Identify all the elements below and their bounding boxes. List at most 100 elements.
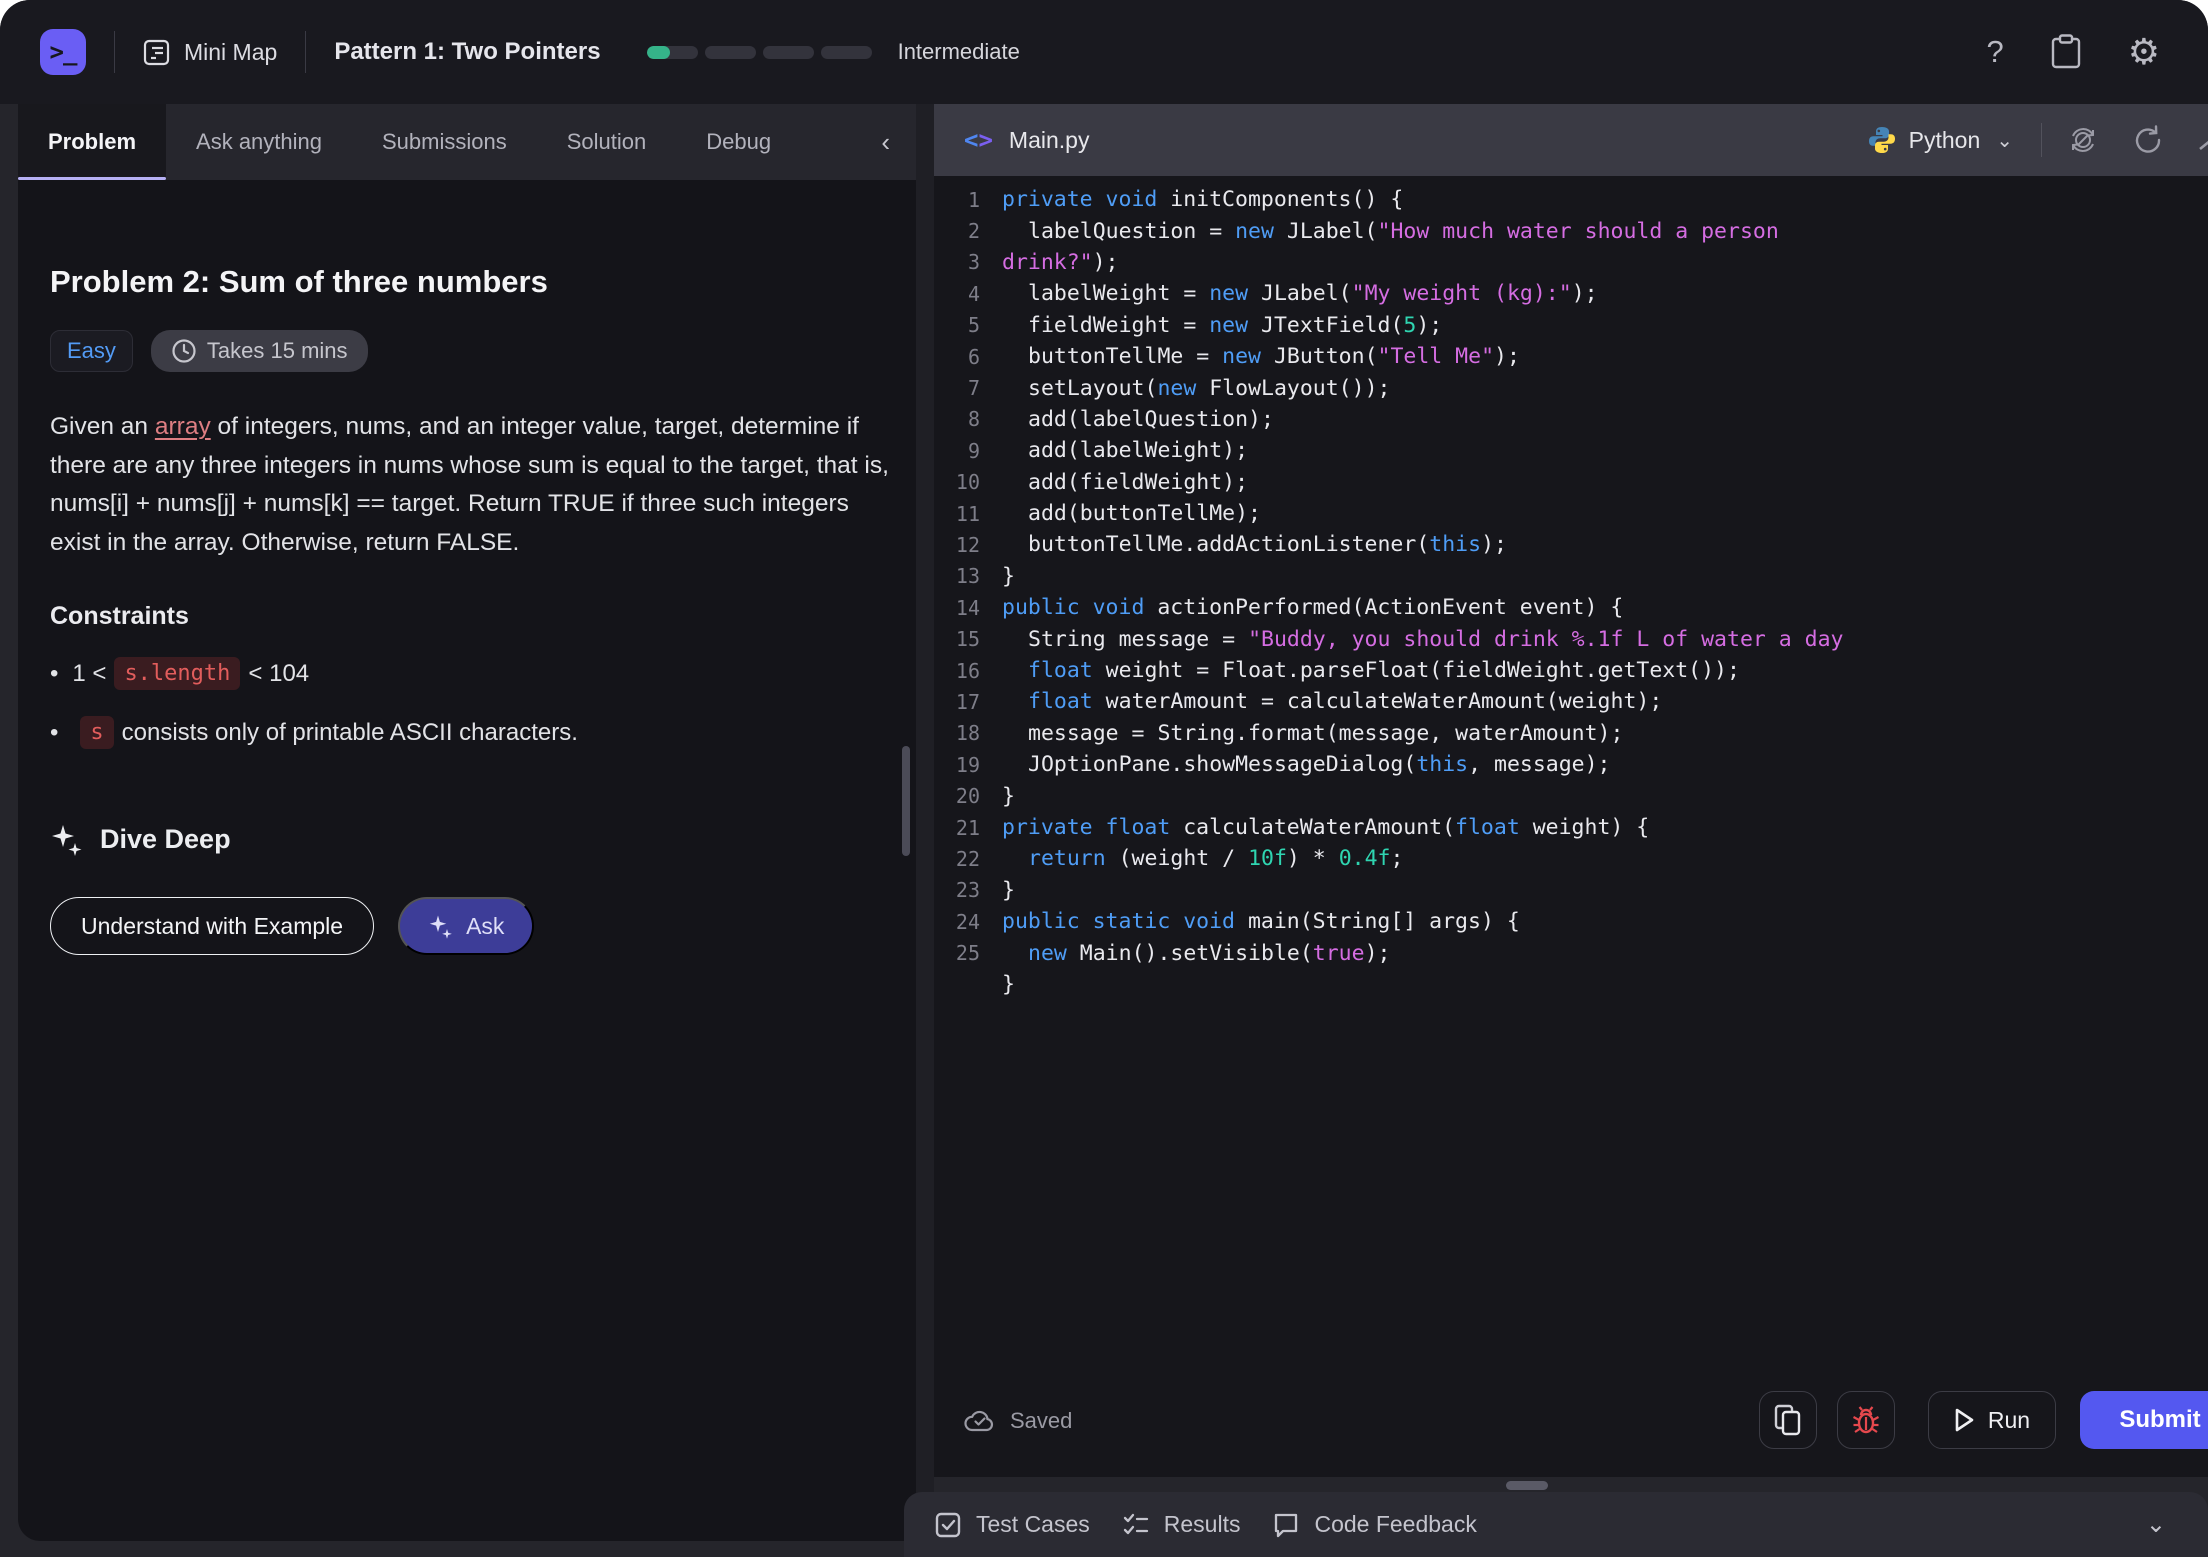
editor-footer: Saved bbox=[934, 1391, 2208, 1451]
array-link[interactable]: array bbox=[155, 413, 211, 440]
expand-dock-chevron-icon[interactable]: ⌄ bbox=[2146, 1510, 2166, 1539]
dive-deep-section: Dive Deep bbox=[50, 819, 876, 859]
line-number: 18 bbox=[934, 721, 980, 745]
problem-panel-tabs: Problem Ask anything Submissions Solutio… bbox=[18, 104, 916, 180]
tab-debug[interactable]: Debug bbox=[676, 104, 801, 180]
tab-submissions[interactable]: Submissions bbox=[352, 104, 537, 180]
code-editor-text-area[interactable]: 1private void initComponents() {2labelQu… bbox=[934, 176, 2208, 1477]
code-line: 13} bbox=[934, 561, 2208, 592]
filename-label: Main.py bbox=[1009, 127, 1090, 154]
editor-header-actions: Python ⌄ bbox=[1867, 104, 2208, 176]
code-line: 18message = String.format(message, water… bbox=[934, 718, 2208, 749]
code-line: 15String message = "Buddy, you should dr… bbox=[934, 623, 2208, 654]
sparkles-icon bbox=[428, 911, 454, 941]
python-logo-icon bbox=[1867, 125, 1897, 155]
code-line: } bbox=[934, 969, 2208, 1000]
problem-content: Problem 2: Sum of three numbers Easy Tak… bbox=[50, 180, 876, 1541]
clipboard-icon[interactable] bbox=[2050, 34, 2082, 70]
code-line: 2labelQuestion = new JLabel("How much wa… bbox=[934, 215, 2208, 246]
code-line: 17float waterAmount = calculateWaterAmou… bbox=[934, 686, 2208, 717]
tab-problem[interactable]: Problem bbox=[18, 104, 166, 180]
code-line: 12buttonTellMe.addActionListener(this); bbox=[934, 529, 2208, 560]
chevron-down-icon: ⌄ bbox=[1996, 128, 2013, 153]
chat-bubble-icon bbox=[1272, 1511, 1300, 1539]
code-line: 8add(labelQuestion); bbox=[934, 404, 2208, 435]
line-number: 23 bbox=[934, 878, 980, 902]
panel-scrollbar-thumb[interactable] bbox=[902, 746, 910, 856]
code-line: 11add(buttonTellMe); bbox=[934, 498, 2208, 529]
save-status: Saved bbox=[964, 1391, 1072, 1451]
collapse-panel-chevron-icon[interactable]: ‹ bbox=[881, 104, 890, 180]
code-line: 14public void actionPerformed(ActionEven… bbox=[934, 592, 2208, 623]
code-line: 4labelWeight = new JLabel("My weight (kg… bbox=[934, 278, 2208, 309]
inline-code: s.length bbox=[114, 657, 240, 690]
problem-panel: Problem Ask anything Submissions Solutio… bbox=[18, 104, 916, 1541]
test-cases-tab[interactable]: Test Cases bbox=[934, 1511, 1090, 1539]
editor-header: <> Main.py Python ⌄ bbox=[934, 104, 2208, 176]
checklist-icon bbox=[1122, 1511, 1150, 1539]
pattern-title: Pattern 1: Two Pointers bbox=[334, 38, 600, 66]
top-bar: >_ Mini Map Pattern 1: Two Pointers Inte… bbox=[0, 0, 2208, 104]
minimap-button[interactable]: Mini Map bbox=[143, 39, 277, 66]
problem-description: Given an array of integers, nums, and an… bbox=[50, 408, 890, 562]
bottom-dock-bar: Test Cases Results Code Feedback ⌄ bbox=[904, 1492, 2208, 1557]
code-line: 6buttonTellMe = new JButton("Tell Me"); bbox=[934, 341, 2208, 372]
settings-gear-icon[interactable]: ⚙ bbox=[2128, 34, 2160, 70]
progress-segment bbox=[705, 46, 756, 59]
time-estimate-label: Takes 15 mins bbox=[207, 338, 348, 364]
dive-deep-actions: Understand with Example Ask bbox=[50, 897, 876, 955]
code-line: 16float weight = Float.parseFloat(fieldW… bbox=[934, 655, 2208, 686]
line-number: 24 bbox=[934, 910, 980, 934]
problem-title: Problem 2: Sum of three numbers bbox=[50, 264, 876, 300]
divider bbox=[114, 31, 115, 73]
divider bbox=[305, 31, 306, 73]
debug-bug-button[interactable] bbox=[1837, 1391, 1895, 1449]
line-number: 25 bbox=[934, 941, 980, 965]
constraints-heading: Constraints bbox=[50, 602, 876, 631]
minimap-label: Mini Map bbox=[184, 39, 277, 66]
understand-with-example-button[interactable]: Understand with Example bbox=[50, 897, 374, 955]
ask-button[interactable]: Ask bbox=[398, 897, 534, 955]
line-number: 9 bbox=[934, 439, 980, 463]
language-selector[interactable]: Python ⌄ bbox=[1867, 125, 2013, 155]
run-button[interactable]: Run bbox=[1928, 1391, 2056, 1449]
code-line: 23} bbox=[934, 875, 2208, 906]
line-number: 14 bbox=[934, 596, 980, 620]
submit-button[interactable]: Submit bbox=[2080, 1391, 2208, 1449]
line-number: 19 bbox=[934, 753, 980, 777]
dive-deep-title: Dive Deep bbox=[100, 824, 231, 855]
panel-resize-handle[interactable] bbox=[1506, 1481, 1548, 1490]
code-feedback-tab[interactable]: Code Feedback bbox=[1272, 1511, 1476, 1539]
progress-segment bbox=[821, 46, 872, 59]
autosync-disabled-icon[interactable] bbox=[2066, 123, 2100, 157]
line-number: 1 bbox=[934, 188, 980, 212]
line-number: 13 bbox=[934, 564, 980, 588]
code-line: 24public static void main(String[] args)… bbox=[934, 906, 2208, 937]
line-number: 5 bbox=[934, 313, 980, 337]
app-logo-terminal-icon[interactable]: >_ bbox=[40, 29, 86, 75]
reset-code-icon[interactable] bbox=[2132, 124, 2164, 156]
help-icon[interactable]: ? bbox=[1986, 34, 2003, 70]
code-line: 25new Main().setVisible(true); bbox=[934, 937, 2208, 968]
pattern-progress-bar bbox=[647, 46, 872, 59]
line-number: 16 bbox=[934, 659, 980, 683]
difficulty-badge: Easy bbox=[50, 330, 133, 372]
tab-ask-anything[interactable]: Ask anything bbox=[166, 104, 352, 180]
save-status-label: Saved bbox=[1010, 1408, 1072, 1434]
code-line: 3drink?"); bbox=[934, 247, 2208, 278]
line-number: 11 bbox=[934, 502, 980, 526]
play-icon bbox=[1954, 1408, 1974, 1432]
minimap-icon bbox=[143, 39, 170, 66]
tab-solution[interactable]: Solution bbox=[537, 104, 677, 180]
copy-code-button[interactable] bbox=[1759, 1391, 1817, 1449]
progress-segment bbox=[647, 46, 698, 59]
clock-icon bbox=[171, 338, 197, 364]
results-tab[interactable]: Results bbox=[1122, 1511, 1241, 1539]
line-number: 15 bbox=[934, 627, 980, 651]
line-number: 8 bbox=[934, 407, 980, 431]
line-number: 20 bbox=[934, 784, 980, 808]
code-line: 1private void initComponents() { bbox=[934, 184, 2208, 215]
progress-fill bbox=[647, 46, 670, 59]
panel-splitter[interactable] bbox=[916, 104, 934, 1541]
code-line: 22return (weight / 10f) * 0.4f; bbox=[934, 843, 2208, 874]
